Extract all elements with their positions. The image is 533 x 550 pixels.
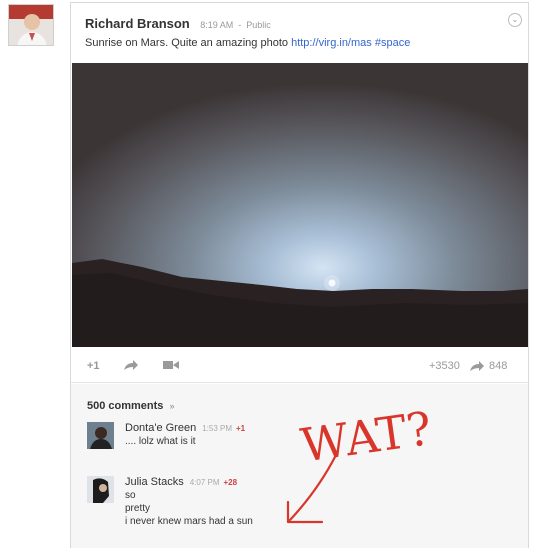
post-meta: 8:19 AM - Public (200, 20, 271, 30)
post-time[interactable]: 8:19 AM (200, 20, 233, 30)
comments-section: 500 comments » Donta'e Green 1:53 PM +1 ...… (71, 384, 528, 548)
comment-body: Julia Stacks 4:07 PM +28 so pretty i never… (125, 476, 365, 528)
author-avatar[interactable] (8, 4, 54, 46)
post-photo[interactable] (72, 63, 528, 347)
share-arrow-icon[interactable] (123, 358, 139, 375)
commenter-name[interactable]: Donta'e Green (125, 422, 196, 434)
share-count-arrow-icon (469, 359, 485, 376)
comment-plus-count[interactable]: +28 (224, 478, 238, 487)
meta-separator: - (235, 20, 244, 30)
mars-sunset-image (72, 63, 528, 347)
expand-chevron-icon[interactable]: » (169, 401, 174, 411)
avatar-image (9, 5, 53, 45)
comment-time: 1:53 PM (202, 424, 232, 433)
comment-plus-count[interactable]: +1 (236, 424, 245, 433)
share-count[interactable]: 848 (489, 360, 507, 372)
post-link[interactable]: http://virg.in/mas (291, 37, 372, 49)
post-card: Richard Branson 8:19 AM - Public ⌄ Sunri… (70, 2, 529, 548)
comment-text-line: i never knew mars had a sun (125, 516, 253, 527)
author-name[interactable]: Richard Branson (85, 16, 190, 31)
video-camera-icon[interactable] (163, 359, 179, 374)
comments-count-label: 500 comments (87, 400, 164, 412)
comment-text: .... lolz what is it (125, 436, 196, 447)
post-text: Sunrise on Mars. Quite an amazing photo … (85, 37, 410, 49)
plus-one-button[interactable]: +1 (87, 360, 100, 372)
post-header: Richard Branson 8:19 AM - Public (85, 15, 518, 33)
comments-count[interactable]: 500 comments » (87, 400, 174, 412)
comment-time: 4:07 PM (189, 478, 220, 487)
post-menu-chevron-icon[interactable]: ⌄ (508, 13, 522, 27)
post-body: Sunrise on Mars. Quite an amazing photo (85, 37, 289, 49)
comment-text-line: pretty (125, 503, 151, 514)
post-hashtag[interactable]: #space (375, 37, 410, 49)
commenter-name[interactable]: Julia Stacks (125, 476, 184, 488)
post-visibility[interactable]: Public (246, 20, 271, 30)
commenter-avatar[interactable] (87, 476, 114, 503)
comment-body: Donta'e Green 1:53 PM +1 .... lolz what is… (125, 422, 365, 448)
plus-count[interactable]: +3530 (429, 360, 460, 372)
comment-text-line: so (125, 490, 136, 501)
commenter-avatar[interactable] (87, 422, 114, 449)
post-actions: +1 +3530 848 (71, 349, 528, 383)
